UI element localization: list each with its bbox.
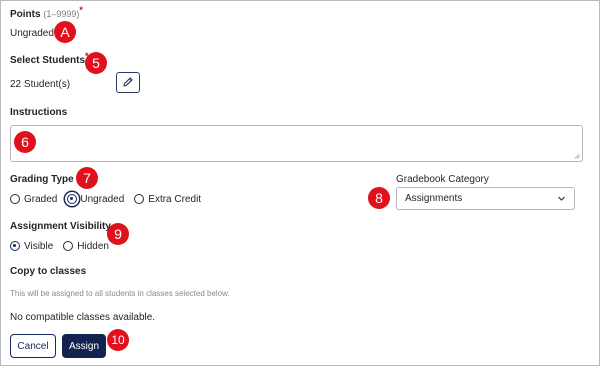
instructions-label: Instructions: [10, 107, 68, 118]
students-count: 22 Student(s): [10, 79, 71, 90]
radio-hidden[interactable]: [63, 241, 74, 251]
resize-handle-icon[interactable]: [574, 153, 580, 159]
chevron-down-icon: [558, 196, 565, 201]
students-label-text: Select Students: [10, 55, 86, 66]
edit-students-button[interactable]: [116, 72, 140, 93]
cancel-button[interactable]: Cancel: [10, 334, 56, 358]
copy-to-classes-note: This will be assigned to all students in…: [10, 289, 230, 298]
points-required-mark: *: [79, 5, 83, 15]
grading-type-options: Graded Ungraded Extra Credit: [10, 192, 211, 206]
pencil-icon: [123, 77, 133, 87]
grading-type-label: Grading Type: [10, 174, 74, 185]
no-classes-message: No compatible classes available.: [10, 312, 156, 323]
callout-7: 7: [76, 167, 98, 189]
gradebook-category-select[interactable]: Assignments: [396, 187, 575, 210]
gradebook-category-label: Gradebook Category: [396, 174, 489, 185]
radio-graded-label: Graded: [24, 193, 58, 205]
callout-a: A: [54, 21, 76, 43]
callout-8: 8: [368, 187, 390, 209]
points-value: Ungraded: [10, 28, 54, 39]
students-label: Select Students*: [10, 51, 89, 66]
radio-extra-credit-label: Extra Credit: [148, 193, 202, 205]
callout-6: 6: [14, 131, 36, 153]
gradebook-category-value: Assignments: [405, 193, 463, 204]
radio-graded[interactable]: [10, 194, 20, 204]
callout-10: 10: [107, 329, 129, 351]
radio-ungraded-label: Ungraded: [80, 193, 125, 205]
instructions-textarea[interactable]: [10, 125, 583, 162]
radio-hidden-label: Hidden: [77, 240, 109, 252]
visibility-label: Assignment Visibility: [10, 221, 111, 232]
visibility-options: Visible Hidden: [10, 239, 119, 253]
radio-visible[interactable]: [10, 241, 20, 251]
points-label: Points (1–9999)*: [10, 5, 83, 20]
assignment-form: Points (1–9999)* Ungraded A Select Stude…: [0, 0, 600, 366]
points-range-hint: (1–9999): [43, 9, 80, 19]
points-label-text: Points: [10, 9, 41, 20]
radio-ungraded[interactable]: [67, 194, 78, 204]
radio-extra-credit[interactable]: [134, 194, 145, 204]
assign-button[interactable]: Assign: [62, 334, 106, 358]
radio-visible-label: Visible: [24, 240, 54, 252]
callout-5: 5: [85, 52, 107, 74]
copy-to-classes-label: Copy to classes: [10, 266, 87, 277]
